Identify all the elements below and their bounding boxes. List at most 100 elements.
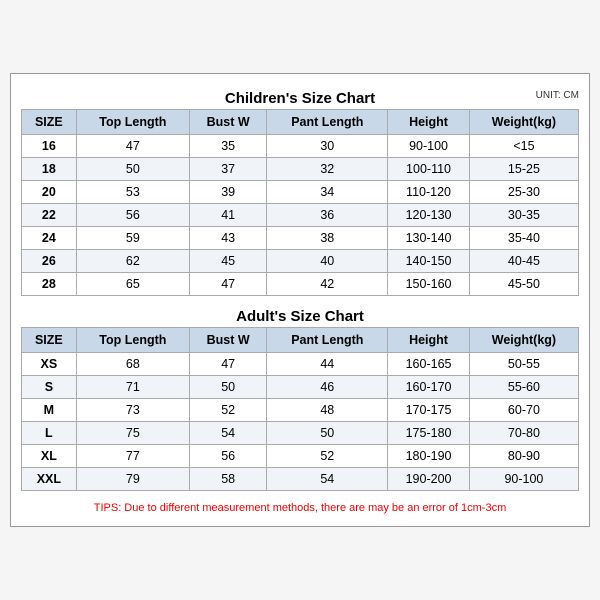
table-cell: 60-70 [469,399,578,422]
table-cell: 170-175 [388,399,470,422]
table-cell: 24 [22,227,77,250]
table-cell: 73 [76,399,189,422]
table-row: XXL795854190-20090-100 [22,468,579,491]
adult-header-bust-w: Bust W [189,328,266,353]
table-cell: 20 [22,181,77,204]
table-cell: <15 [469,135,578,158]
table-cell: 35-40 [469,227,578,250]
table-cell: 26 [22,250,77,273]
table-cell: XS [22,353,77,376]
table-cell: 54 [267,468,388,491]
children-title: Children's Size Chart UNIT: CM [21,84,579,109]
adult-header-height: Height [388,328,470,353]
unit-label: UNIT: CM [536,90,579,101]
table-row: 28654742150-16045-50 [22,273,579,296]
table-cell: 175-180 [388,422,470,445]
table-cell: 100-110 [388,158,470,181]
table-cell: 56 [76,204,189,227]
table-row: XS684744160-16550-55 [22,353,579,376]
table-cell: 39 [189,181,266,204]
table-cell: 40-45 [469,250,578,273]
table-row: 1647353090-100<15 [22,135,579,158]
header-pant-length: Pant Length [267,110,388,135]
table-cell: 25-30 [469,181,578,204]
header-size: SIZE [22,110,77,135]
table-cell: 65 [76,273,189,296]
table-cell: 50 [76,158,189,181]
table-cell: 16 [22,135,77,158]
table-row: 20533934110-12025-30 [22,181,579,204]
adult-header-pant-length: Pant Length [267,328,388,353]
table-cell: 75 [76,422,189,445]
tips-text: TIPS: Due to different measurement metho… [21,497,579,516]
table-row: 22564136120-13030-35 [22,204,579,227]
table-cell: 190-200 [388,468,470,491]
table-row: M735248170-17560-70 [22,399,579,422]
table-cell: 79 [76,468,189,491]
table-cell: 80-90 [469,445,578,468]
table-cell: 120-130 [388,204,470,227]
table-cell: 150-160 [388,273,470,296]
table-cell: 160-170 [388,376,470,399]
table-cell: M [22,399,77,422]
header-height: Height [388,110,470,135]
table-cell: 47 [189,353,266,376]
table-cell: 47 [189,273,266,296]
table-cell: 160-165 [388,353,470,376]
table-cell: 47 [76,135,189,158]
adult-header-weight: Weight(kg) [469,328,578,353]
table-cell: S [22,376,77,399]
table-cell: 30 [267,135,388,158]
table-cell: 35 [189,135,266,158]
table-cell: 56 [189,445,266,468]
table-cell: 53 [76,181,189,204]
table-cell: 68 [76,353,189,376]
table-row: 24594338130-14035-40 [22,227,579,250]
table-cell: 55-60 [469,376,578,399]
table-cell: 50-55 [469,353,578,376]
table-cell: 36 [267,204,388,227]
table-cell: 62 [76,250,189,273]
table-cell: XL [22,445,77,468]
table-cell: 50 [189,376,266,399]
children-table: SIZE Top Length Bust W Pant Length Heigh… [21,109,579,296]
table-cell: 42 [267,273,388,296]
table-row: S715046160-17055-60 [22,376,579,399]
table-cell: 43 [189,227,266,250]
adult-title: Adult's Size Chart [21,302,579,327]
header-weight: Weight(kg) [469,110,578,135]
table-cell: 45 [189,250,266,273]
table-cell: 110-120 [388,181,470,204]
adult-title-text: Adult's Size Chart [236,308,364,325]
table-cell: 46 [267,376,388,399]
table-cell: 28 [22,273,77,296]
table-cell: 48 [267,399,388,422]
table-cell: 59 [76,227,189,250]
table-cell: 41 [189,204,266,227]
table-cell: 44 [267,353,388,376]
table-cell: 130-140 [388,227,470,250]
table-cell: 52 [189,399,266,422]
table-row: 26624540140-15040-45 [22,250,579,273]
table-cell: 34 [267,181,388,204]
adult-header-row: SIZE Top Length Bust W Pant Length Heigh… [22,328,579,353]
table-cell: 58 [189,468,266,491]
table-row: L755450175-18070-80 [22,422,579,445]
table-cell: 45-50 [469,273,578,296]
table-row: XL775652180-19080-90 [22,445,579,468]
table-cell: 90-100 [469,468,578,491]
table-cell: XXL [22,468,77,491]
size-chart-container: Children's Size Chart UNIT: CM SIZE Top … [10,73,590,527]
table-cell: 30-35 [469,204,578,227]
adult-header-top-length: Top Length [76,328,189,353]
table-cell: 71 [76,376,189,399]
table-cell: 50 [267,422,388,445]
adult-header-size: SIZE [22,328,77,353]
table-cell: 90-100 [388,135,470,158]
table-cell: 52 [267,445,388,468]
table-cell: 40 [267,250,388,273]
header-top-length: Top Length [76,110,189,135]
table-cell: 180-190 [388,445,470,468]
header-bust-w: Bust W [189,110,266,135]
table-cell: 140-150 [388,250,470,273]
